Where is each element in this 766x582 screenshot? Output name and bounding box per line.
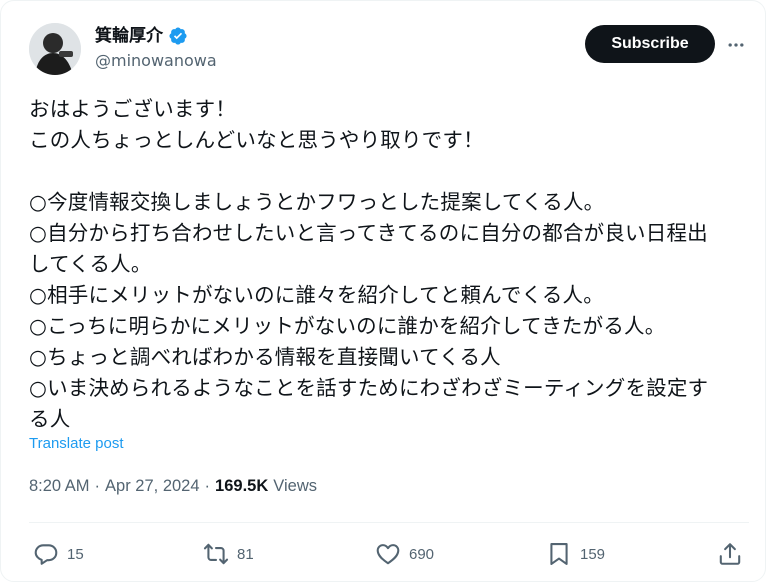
verified-badge-icon[interactable] [168,26,188,46]
tweet-time[interactable]: 8:20 AM [29,477,90,496]
bookmark-count: 159 [580,545,606,563]
action-bar: 15 81 690 159 [29,537,749,571]
tweet-line [29,156,749,187]
avatar-image [29,23,81,75]
more-icon[interactable] [724,33,748,57]
tweet-line: してくる人。 [29,252,152,276]
author-name-row[interactable]: 箕輪厚介 [95,25,188,47]
views-count[interactable]: 169.5K [215,477,268,496]
tweet-card: 箕輪厚介 @minowanowa Subscribe おはようございます！ この… [0,0,766,582]
tweet-line: この人ちょっとしんどいなと思うやり取りです！ [29,128,484,152]
tweet-line: ○いま決められるようなことを話すためにわざわざミーティングを設定す [29,376,709,400]
author-handle[interactable]: @minowanowa [95,51,217,71]
tweet-line: ○ちょっと調べればわかる情報を直接聞いてくる人 [29,345,501,369]
tweet-line: ○今度情報交換しましょうとかフワっとした提案してくる人。 [29,190,605,214]
tweet-line: ○自分から打ち合わせしたいと言ってきてるのに自分の都合が良い日程出 [29,221,708,245]
author-display-name[interactable]: 箕輪厚介 [95,25,163,47]
tweet-line: る人 [29,407,71,431]
tweet-meta: 8:20 AM · Apr 27, 2024 · 169.5K Views [29,477,317,496]
divider [29,522,749,523]
subscribe-button[interactable]: Subscribe [585,25,715,63]
like-count: 690 [409,545,435,563]
tweet-line: ○こっちに明らかにメリットがないのに誰かを紹介してきたがる人。 [29,314,666,338]
repost-icon [203,543,229,565]
meta-separator: · [94,477,101,495]
meta-separator: · [204,477,211,495]
bookmark-button[interactable]: 159 [546,537,605,571]
reply-count: 15 [67,545,84,563]
heart-icon [376,544,400,565]
reply-button[interactable]: 15 [33,537,84,571]
repost-button[interactable]: 81 [203,537,254,571]
like-button[interactable]: 690 [375,537,434,571]
tweet-text: おはようございます！ この人ちょっとしんどいなと思うやり取りです！ ○今度情報交… [29,94,749,435]
share-button[interactable] [717,537,743,571]
views-label: Views [273,477,317,495]
repost-count: 81 [237,545,254,563]
translate-post-link[interactable]: Translate post [29,435,124,452]
share-icon [719,543,741,565]
bookmark-icon [550,543,568,565]
reply-icon [34,544,58,565]
avatar[interactable] [29,23,81,75]
tweet-line: ○相手にメリットがないのに誰々を紹介してと頼んでくる人。 [29,283,604,307]
tweet-date[interactable]: Apr 27, 2024 [105,477,200,496]
tweet-line: おはようございます！ [29,97,236,121]
